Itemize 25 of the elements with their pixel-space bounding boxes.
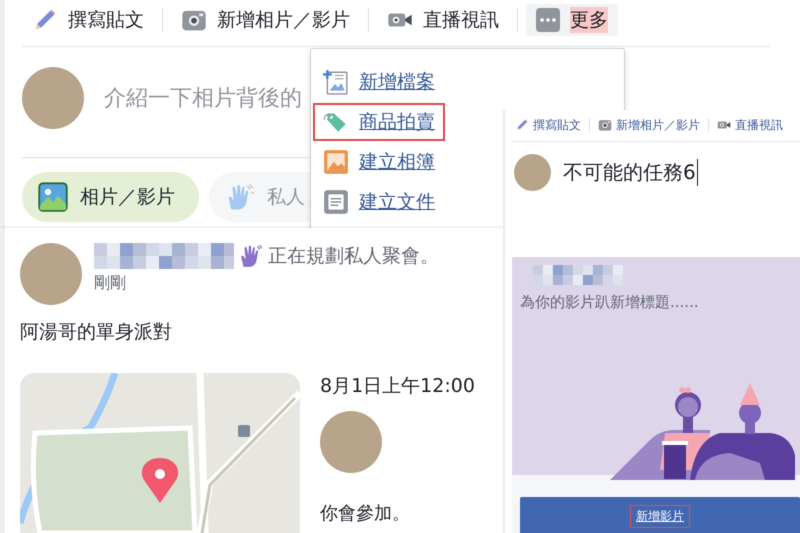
post-action-text: 正在規劃私人聚會。 (268, 244, 439, 269)
post-time[interactable]: 剛剛 (94, 273, 439, 294)
composer-action-button[interactable]: 相片／影片 (22, 172, 199, 222)
map-drawing[interactable] (20, 373, 300, 533)
composer-tab[interactable]: 撰寫貼文 (22, 4, 154, 36)
photo-album-icon (323, 149, 349, 175)
title-prompt: 為你的影片趴新增標題...... (520, 293, 700, 312)
composer-tab[interactable]: 直播視訊 (715, 116, 785, 134)
post-text-field[interactable]: 不可能的任務6 (563, 159, 698, 186)
camera-icon (598, 118, 612, 132)
post-title: 阿湯哥的單身派對 (19, 320, 173, 345)
rsvp-status: 你會參加。 (320, 502, 411, 525)
avatar (514, 154, 551, 191)
event-time: 8月1日上午12:00 (320, 374, 475, 399)
picture-icon (38, 182, 68, 212)
composer-tab[interactable]: 直播視訊 (377, 4, 509, 36)
composer-tab[interactable]: 更多 (526, 4, 618, 36)
add-file-icon (323, 69, 349, 95)
pencil-icon (515, 118, 529, 132)
composer-tab[interactable]: 新增相片／影片 (171, 4, 360, 36)
composer-tab[interactable]: 新增相片／影片 (596, 116, 702, 134)
add-video-button[interactable]: 新增影片 (630, 504, 690, 528)
more-dots-icon (536, 8, 560, 32)
document-icon (323, 189, 349, 215)
composer-tab[interactable]: 撰寫貼文 (513, 116, 583, 134)
